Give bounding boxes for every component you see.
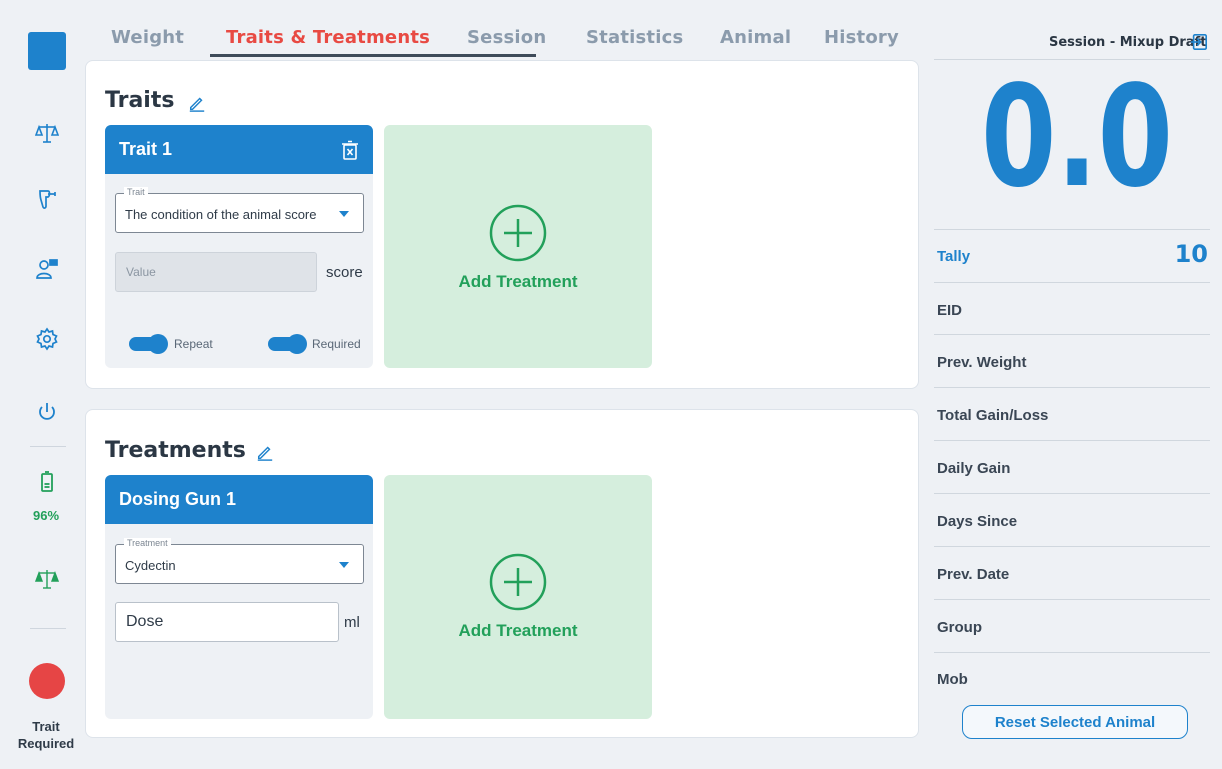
add-treatment-label: Add Treatment	[458, 621, 578, 640]
exit-session-icon[interactable]	[1190, 33, 1208, 51]
add-treatment-card[interactable]: Add Treatment	[384, 125, 652, 368]
trait-required-status: Trait Required	[17, 719, 75, 751]
record-indicator[interactable]	[29, 663, 65, 699]
repeat-toggle[interactable]	[129, 334, 168, 354]
divider	[934, 546, 1210, 547]
trait-unit-label: score	[326, 264, 363, 281]
add-treatment-label: Add Treatment	[458, 272, 578, 291]
trait-select-label: Trait	[124, 187, 148, 197]
divider	[934, 59, 1210, 60]
tally-label: Tally	[937, 248, 971, 265]
user-admin-icon[interactable]	[30, 252, 64, 286]
session-title: Session - Mixup Draft	[1049, 35, 1207, 50]
scale-connected-icon[interactable]	[30, 562, 64, 596]
scale-icon[interactable]	[30, 116, 64, 150]
dose-unit-label: ml	[344, 614, 360, 631]
divider	[934, 387, 1210, 388]
app-logo	[28, 32, 66, 70]
edit-treatments-icon[interactable]	[256, 443, 274, 461]
tab-animal[interactable]: Animal	[720, 27, 791, 48]
trait-card-title: Trait 1	[119, 139, 173, 159]
divider	[934, 652, 1210, 653]
tally-value: 10	[1174, 240, 1208, 268]
treatment-card: Dosing Gun 1 Treatment Cydectin Dose ml	[105, 475, 373, 719]
treatments-title: Treatments	[105, 438, 246, 463]
required-label: Required	[312, 337, 361, 351]
tab-session[interactable]: Session	[467, 27, 546, 48]
dose-input[interactable]: Dose	[115, 602, 339, 642]
battery-percent: 96%	[32, 508, 60, 523]
traits-title: Traits	[105, 88, 175, 113]
active-tab-indicator	[210, 54, 536, 57]
trait-select-value: The condition of the animal score	[125, 207, 317, 222]
treatment-select-value: Cydectin	[125, 558, 176, 573]
weight-display: 0.0	[981, 75, 1173, 190]
divider	[934, 493, 1210, 494]
trait-value-input[interactable]: Value	[115, 252, 317, 292]
battery-icon	[30, 465, 64, 499]
treatment-card-header: Dosing Gun 1	[105, 475, 373, 524]
divider	[934, 599, 1210, 600]
trait-select[interactable]: Trait The condition of the animal score	[115, 187, 364, 233]
sidebar-divider	[30, 446, 66, 447]
tab-bar: Weight Traits & Treatments Session Stati…	[92, 24, 922, 58]
eid-label: EID	[937, 302, 963, 319]
prev-weight-label: Prev. Weight	[937, 354, 1027, 371]
delete-trait-icon[interactable]	[341, 140, 359, 160]
divider	[934, 229, 1210, 230]
dosing-gun-icon[interactable]	[30, 183, 64, 217]
settings-icon[interactable]	[30, 322, 64, 356]
weight-value: 0.0	[981, 75, 1173, 190]
mob-label: Mob	[937, 671, 968, 688]
divider	[934, 334, 1210, 335]
tab-traits-treatments[interactable]: Traits & Treatments	[226, 27, 430, 48]
treatment-select-label: Treatment	[124, 538, 171, 548]
divider	[934, 440, 1210, 441]
trait-card-header: Trait 1	[105, 125, 373, 174]
tab-weight[interactable]: Weight	[111, 27, 184, 48]
required-toggle[interactable]	[268, 334, 307, 354]
add-circle-icon	[489, 553, 547, 611]
add-treatment-card[interactable]: Add Treatment	[384, 475, 652, 719]
treatment-card-title: Dosing Gun 1	[119, 489, 236, 509]
sidebar-divider	[30, 628, 66, 629]
days-since-label: Days Since	[937, 513, 1018, 530]
total-gain-loss-label: Total Gain/Loss	[937, 407, 1049, 424]
tab-statistics[interactable]: Statistics	[586, 27, 683, 48]
group-label: Group	[937, 619, 982, 636]
tab-history[interactable]: History	[824, 27, 899, 48]
treatment-select[interactable]: Treatment Cydectin	[115, 538, 364, 584]
divider	[934, 282, 1210, 283]
sidebar: 96% Trait Required	[0, 0, 92, 769]
treatments-panel: Treatments Dosing Gun 1 Treatment Cydect…	[85, 409, 919, 738]
trait-value-placeholder: Value	[126, 265, 156, 279]
reset-selected-animal-button[interactable]: Reset Selected Animal	[962, 705, 1188, 739]
trait-card: Trait 1 Trait The condition of the anima…	[105, 125, 373, 368]
traits-panel: Traits Trait 1 Trait The condition of th…	[85, 60, 919, 389]
prev-date-label: Prev. Date	[937, 566, 1010, 583]
daily-gain-label: Daily Gain	[937, 460, 1011, 477]
edit-traits-icon[interactable]	[188, 94, 206, 112]
add-circle-icon	[489, 204, 547, 262]
chevron-down-icon	[339, 211, 349, 217]
power-icon[interactable]	[30, 395, 64, 429]
repeat-label: Repeat	[174, 337, 213, 351]
chevron-down-icon	[339, 562, 349, 568]
dose-label: Dose	[126, 613, 164, 630]
